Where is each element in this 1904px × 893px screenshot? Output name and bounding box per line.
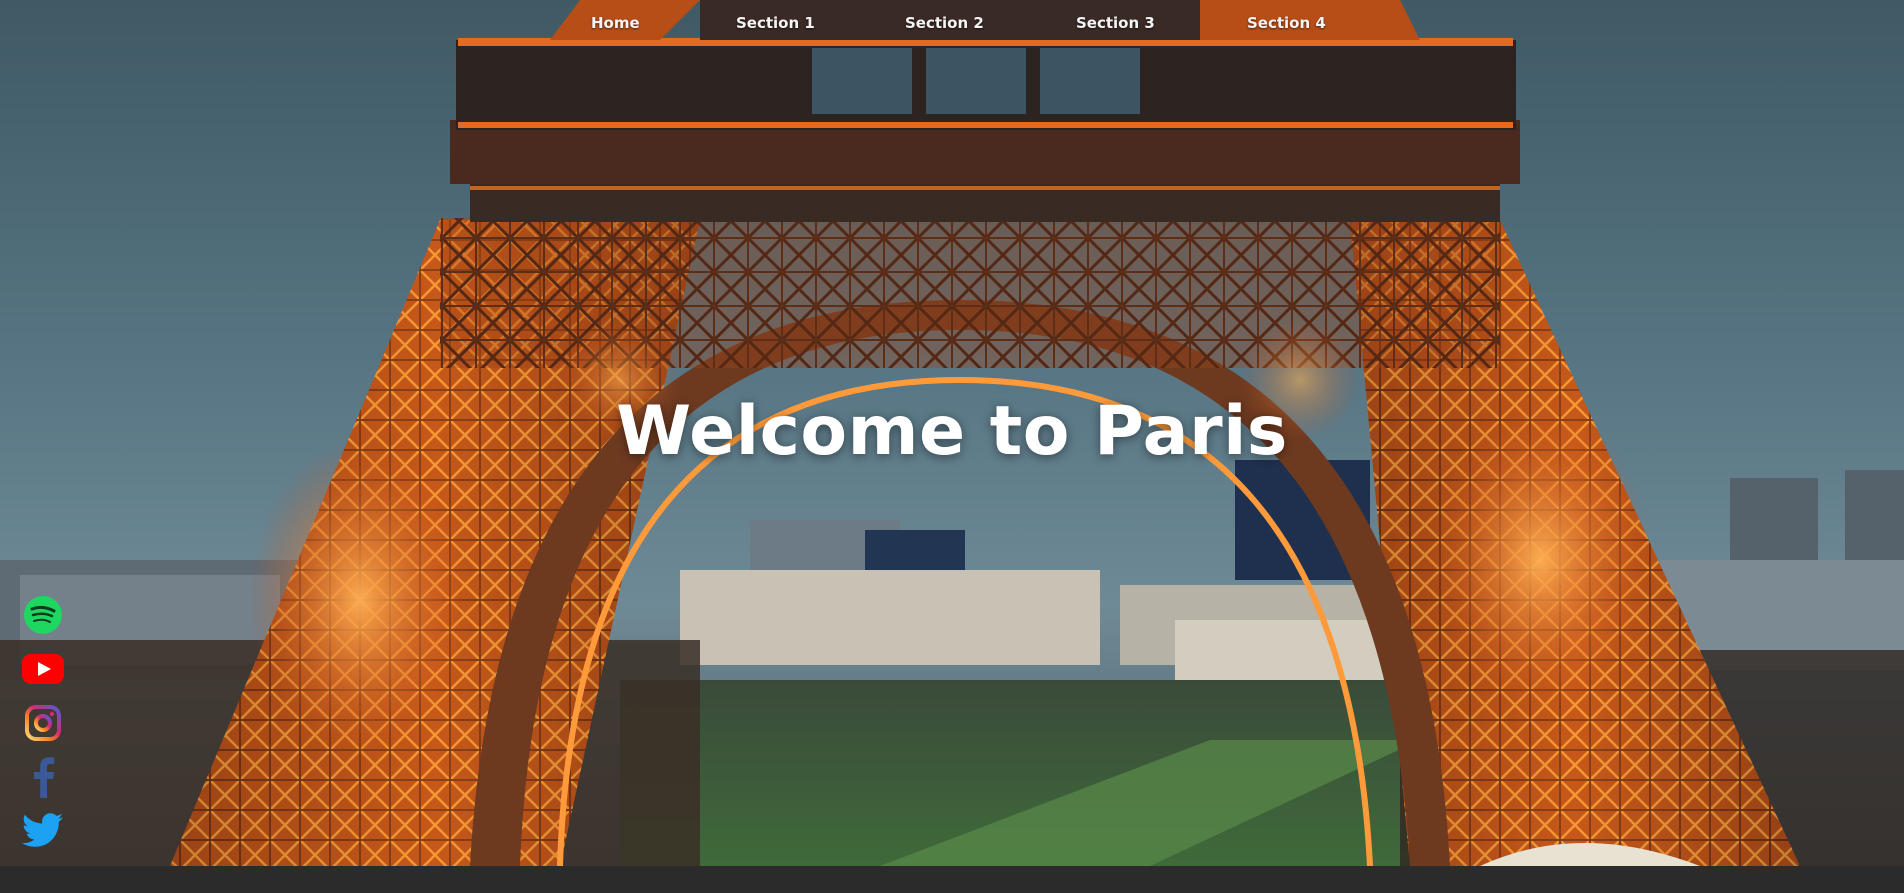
hero-title: Welcome to Paris bbox=[616, 392, 1288, 471]
twitter-link[interactable] bbox=[20, 810, 66, 852]
social-icons-bar bbox=[20, 594, 66, 864]
nav-section-3-link[interactable]: Section 3 bbox=[1076, 14, 1155, 32]
youtube-icon bbox=[22, 654, 64, 684]
footer-bar bbox=[0, 866, 1904, 893]
nav-section-4-link[interactable]: Section 4 bbox=[1247, 14, 1326, 32]
top-navigation: Home Section 1 Section 2 Section 3 Secti… bbox=[0, 14, 1904, 36]
instagram-link[interactable] bbox=[20, 702, 66, 744]
twitter-icon bbox=[22, 813, 64, 847]
facebook-icon bbox=[34, 757, 55, 798]
spotify-link[interactable] bbox=[20, 594, 66, 636]
nav-section-1-link[interactable]: Section 1 bbox=[736, 14, 815, 32]
hero-section: Home Section 1 Section 2 Section 3 Secti… bbox=[0, 0, 1904, 866]
nav-section-2-link[interactable]: Section 2 bbox=[905, 14, 984, 32]
spotify-icon bbox=[24, 596, 62, 634]
facebook-link[interactable] bbox=[20, 756, 66, 798]
nav-home-link[interactable]: Home bbox=[591, 14, 640, 32]
instagram-icon bbox=[25, 705, 61, 741]
youtube-link[interactable] bbox=[20, 648, 66, 690]
